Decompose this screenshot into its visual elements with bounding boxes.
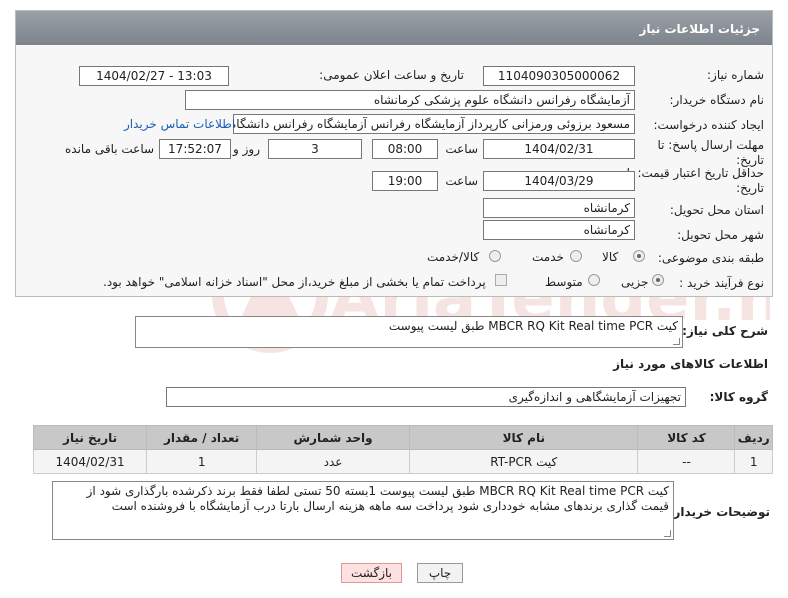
col-name-header: نام کالا: [409, 425, 639, 450]
table-row[interactable]: 1 -- کیت RT-PCR عدد 1 1404/02/31: [32, 449, 773, 474]
buyer-org-field[interactable]: آزمایشگاه رفرانس دانشگاه علوم پزشکی کرما…: [185, 90, 635, 110]
need-number-label: شماره نیاز:: [707, 68, 764, 82]
need-number-field[interactable]: 1104090305000062: [483, 66, 635, 86]
col-date-header: تاریخ نیاز: [32, 425, 148, 450]
category-radio-goods-service[interactable]: [489, 250, 501, 262]
cell-date: 1404/02/31: [32, 449, 148, 474]
category-goods-service-label: کالا/خدمت: [427, 250, 480, 264]
buyer-notes-textarea[interactable]: کیت MBCR RQ Kit Real time PCR طبق لیست پ…: [52, 481, 674, 540]
print-button[interactable]: چاپ: [417, 563, 463, 583]
treasury-payment-note: پرداخت تمام یا بخشی از مبلغ خرید،از محل …: [103, 275, 486, 289]
resize-handle-icon[interactable]: [673, 338, 680, 345]
requester-label: ایجاد کننده درخواست:: [653, 118, 764, 132]
buyer-notes-label: توضیحات خریدار:: [668, 505, 770, 519]
price-validity-label: حداقل تاریخ اعتبار قیمت: تا تاریخ:: [626, 166, 764, 195]
reply-days-field[interactable]: 3: [268, 139, 362, 159]
col-qty-header: تعداد / مقدار: [146, 425, 258, 450]
process-radio-minor[interactable]: [652, 274, 664, 286]
goods-info-heading: اطلاعات کالاهای مورد نیاز: [613, 357, 768, 371]
price-time-field[interactable]: 19:00: [372, 171, 438, 191]
general-desc-text: کیت MBCR RQ Kit Real time PCR طبق لیست پ…: [388, 319, 678, 333]
general-desc-textarea[interactable]: کیت MBCR RQ Kit Real time PCR طبق لیست پ…: [135, 316, 683, 348]
reply-date-field[interactable]: 1404/02/31: [483, 139, 635, 159]
col-row-header: ردیف: [734, 425, 773, 450]
process-type-label: نوع فرآیند خرید :: [679, 276, 764, 290]
treasury-payment-checkbox[interactable]: [495, 274, 507, 286]
col-unit-header: واحد شمارش: [256, 425, 411, 450]
process-medium-label: متوسط: [545, 275, 583, 289]
col-code-header: کد کالا: [637, 425, 736, 450]
category-label: طبقه بندی موضوعی:: [657, 251, 764, 265]
panel-title: جزئیات اطلاعات نیاز: [16, 11, 772, 45]
category-goods-label: کالا: [602, 250, 619, 264]
cell-unit: عدد: [256, 449, 411, 474]
category-radio-goods[interactable]: [633, 250, 645, 262]
goods-group-field[interactable]: تجهیزات آزمایشگاهی و اندازه‌گیری: [166, 387, 686, 407]
buyer-org-label: نام دستگاه خریدار:: [669, 93, 765, 107]
cell-code: --: [637, 449, 736, 474]
price-date-field[interactable]: 1404/03/29: [483, 171, 635, 191]
announce-datetime-field[interactable]: 1404/02/27 - 13:03: [79, 66, 229, 86]
general-desc-label: شرح کلی نیاز:: [682, 324, 768, 338]
category-service-label: خدمت: [532, 250, 564, 264]
reply-time-field[interactable]: 08:00: [372, 139, 438, 159]
reply-time-label: ساعت: [445, 142, 478, 156]
cell-name: کیت RT-PCR: [409, 449, 639, 474]
reply-deadline-label: مهلت ارسال پاسخ: تا تاریخ:: [657, 138, 764, 167]
cell-qty: 1: [146, 449, 258, 474]
announce-datetime-label: تاریخ و ساعت اعلان عمومی:: [319, 68, 464, 82]
contact-buyer-link[interactable]: اطلاعات تماس خریدار: [124, 117, 235, 131]
goods-table: ردیف کد کالا نام کالا واحد شمارش تعداد /…: [32, 425, 773, 474]
city-label: شهر محل تحویل:: [677, 228, 764, 242]
province-field[interactable]: کرمانشاه: [483, 198, 635, 218]
remaining-label: ساعت باقی مانده: [65, 142, 155, 156]
goods-group-label: گروه کالا:: [709, 390, 768, 404]
process-minor-label: جزیی: [621, 275, 649, 289]
cell-row: 1: [734, 449, 773, 474]
buyer-notes-text: کیت MBCR RQ Kit Real time PCR طبق لیست پ…: [86, 484, 669, 513]
requester-field[interactable]: مسعود برزوئی ورمزانی کارپرداز آزمایشگاه …: [233, 114, 635, 134]
category-radio-service[interactable]: [570, 250, 582, 262]
city-field[interactable]: کرمانشاه: [483, 220, 635, 240]
province-label: استان محل تحویل:: [669, 203, 764, 217]
process-radio-medium[interactable]: [588, 274, 600, 286]
days-and-label: روز و: [233, 142, 260, 156]
price-time-label: ساعت: [445, 174, 478, 188]
back-button[interactable]: بازگشت: [341, 563, 402, 583]
resize-handle-icon[interactable]: [664, 530, 671, 537]
table-header-row: ردیف کد کالا نام کالا واحد شمارش تعداد /…: [32, 425, 773, 450]
remaining-time-field[interactable]: 17:52:07: [159, 139, 231, 159]
